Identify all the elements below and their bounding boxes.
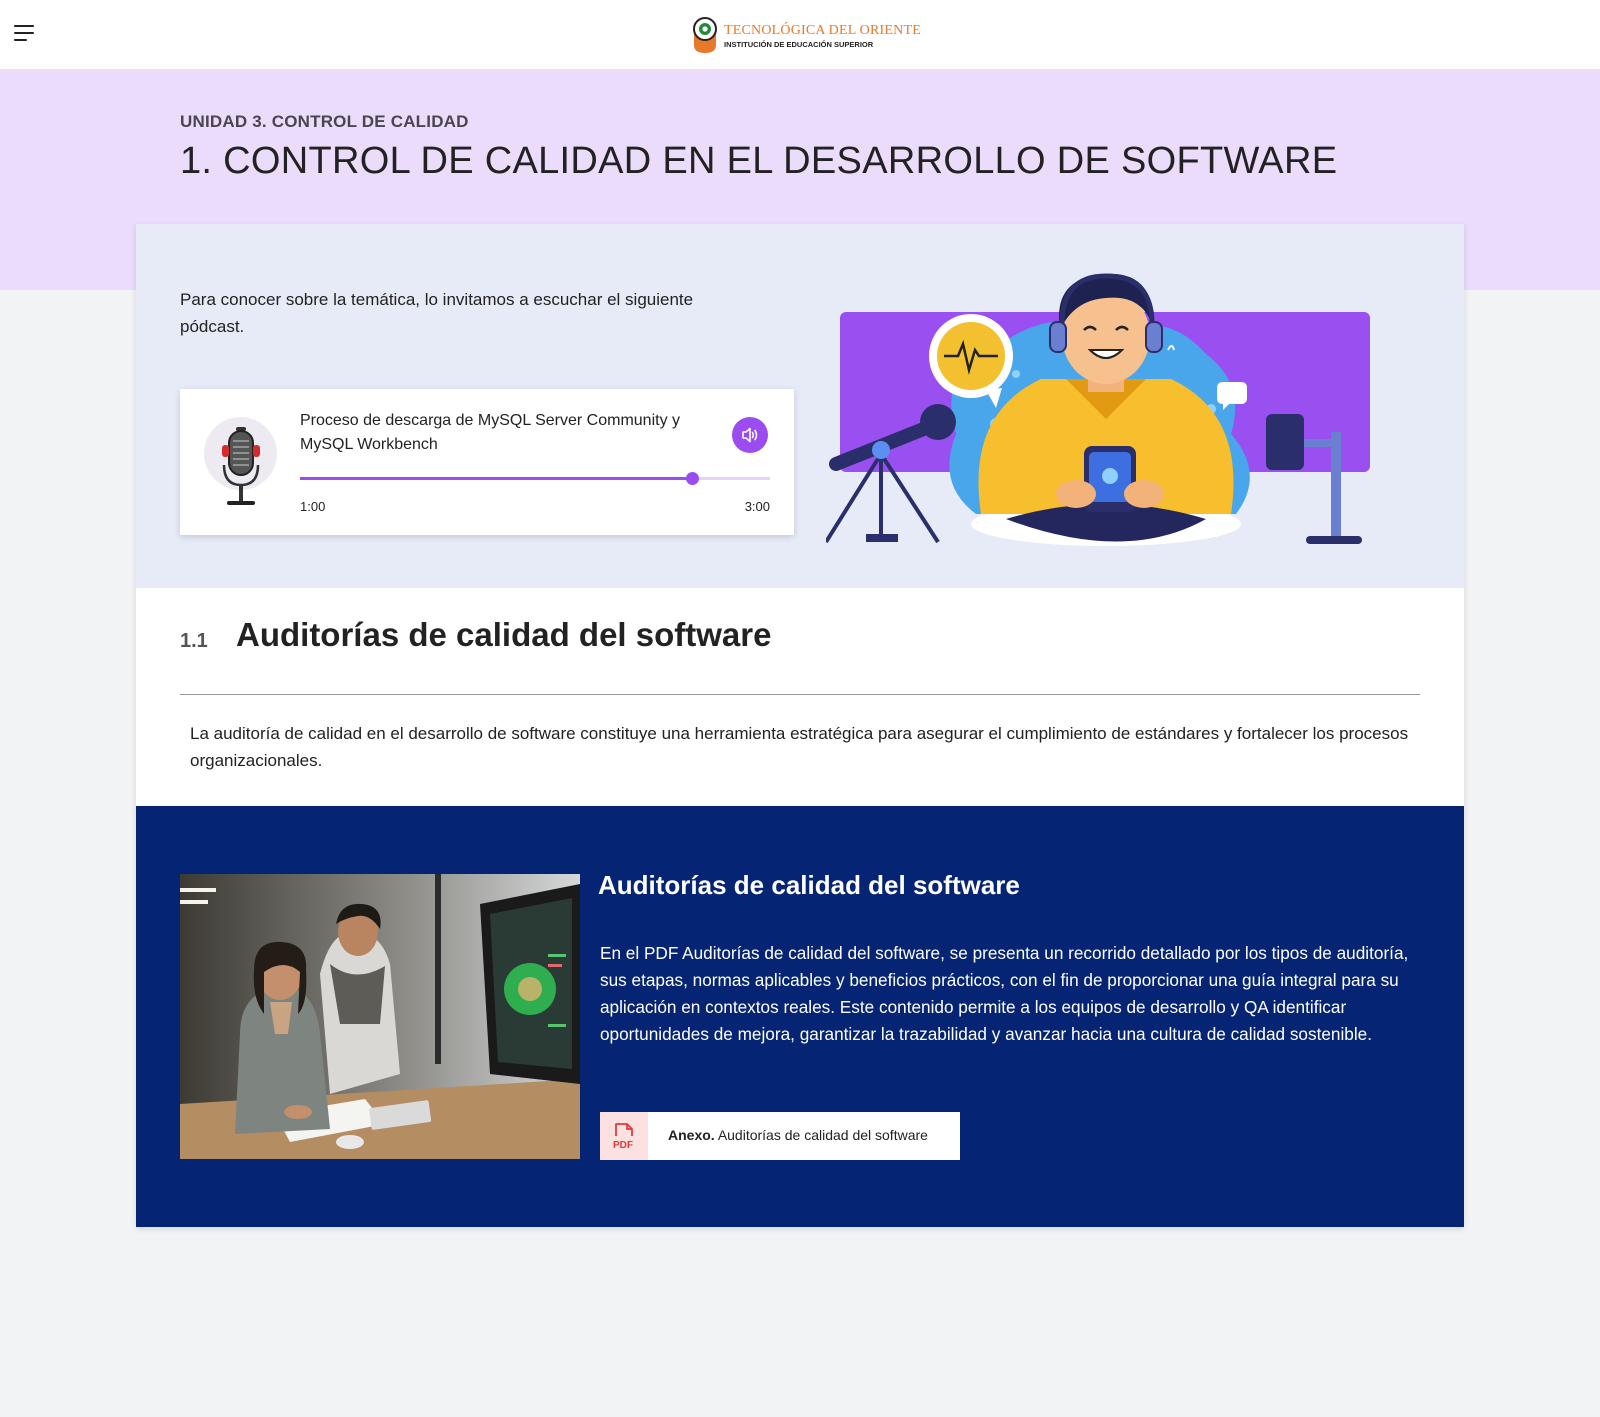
resource-section: Auditorías de calidad del software En el… bbox=[136, 806, 1464, 1227]
audio-player: Proceso de descarga de MySQL Server Comm… bbox=[180, 389, 794, 535]
pdf-download-button[interactable]: PDF Anexo. Auditorías de calidad del sof… bbox=[600, 1112, 960, 1160]
top-bar: TECNOLÓGICA DEL ORIENTE INSTITUCIÓN DE E… bbox=[0, 0, 1600, 70]
podcast-illustration bbox=[826, 273, 1370, 546]
podcast-intro-section: Para conocer sobre la temática, lo invit… bbox=[136, 224, 1464, 588]
pdf-icon: PDF bbox=[600, 1112, 648, 1160]
logo-name: TECNOLÓGICA DEL ORIENTE bbox=[724, 22, 921, 38]
section-number: 1.1 bbox=[180, 630, 208, 652]
section-title: Auditorías de calidad del software bbox=[236, 616, 772, 653]
pdf-label-prefix: Anexo. bbox=[668, 1127, 715, 1143]
volume-icon bbox=[742, 427, 758, 443]
page-title: 1. CONTROL DE CALIDAD EN EL DESARROLLO D… bbox=[180, 140, 1338, 182]
audio-progress-bar[interactable] bbox=[300, 472, 770, 485]
hamburger-menu-icon[interactable] bbox=[14, 25, 36, 43]
logo-subtitle: INSTITUCIÓN DE EDUCACIÓN SUPERIOR bbox=[724, 39, 874, 49]
institution-logo[interactable]: TECNOLÓGICA DEL ORIENTE INSTITUCIÓN DE E… bbox=[692, 16, 921, 56]
microphone-icon bbox=[222, 427, 260, 505]
volume-button[interactable] bbox=[732, 417, 768, 453]
intro-text: Para conocer sobre la temática, lo invit… bbox=[180, 290, 694, 336]
section-text: La auditoría de calidad en el desarrollo… bbox=[190, 724, 1409, 770]
resource-title: Auditorías de calidad del software bbox=[598, 870, 1020, 900]
total-time: 3:00 bbox=[744, 499, 770, 514]
logo-emblem-icon bbox=[693, 17, 717, 53]
pdf-icon-text: PDF bbox=[613, 1140, 633, 1151]
team-working-photo bbox=[180, 874, 580, 1159]
current-time: 1:00 bbox=[300, 499, 326, 514]
content-card: Para conocer sobre la temática, lo invit… bbox=[136, 224, 1464, 1227]
section-divider bbox=[180, 694, 1420, 695]
pdf-label: Anexo. Auditorías de calidad del softwar… bbox=[668, 1127, 928, 1143]
progress-fill bbox=[300, 477, 693, 480]
pdf-label-text: Auditorías de calidad del software bbox=[717, 1127, 928, 1143]
track-title: Proceso de descarga de MySQL Server Comm… bbox=[300, 412, 681, 453]
progress-handle[interactable] bbox=[686, 472, 700, 485]
resource-text: En el PDF Auditorías de calidad del soft… bbox=[600, 943, 1409, 1044]
unit-label: UNIDAD 3. CONTROL DE CALIDAD bbox=[180, 112, 469, 131]
